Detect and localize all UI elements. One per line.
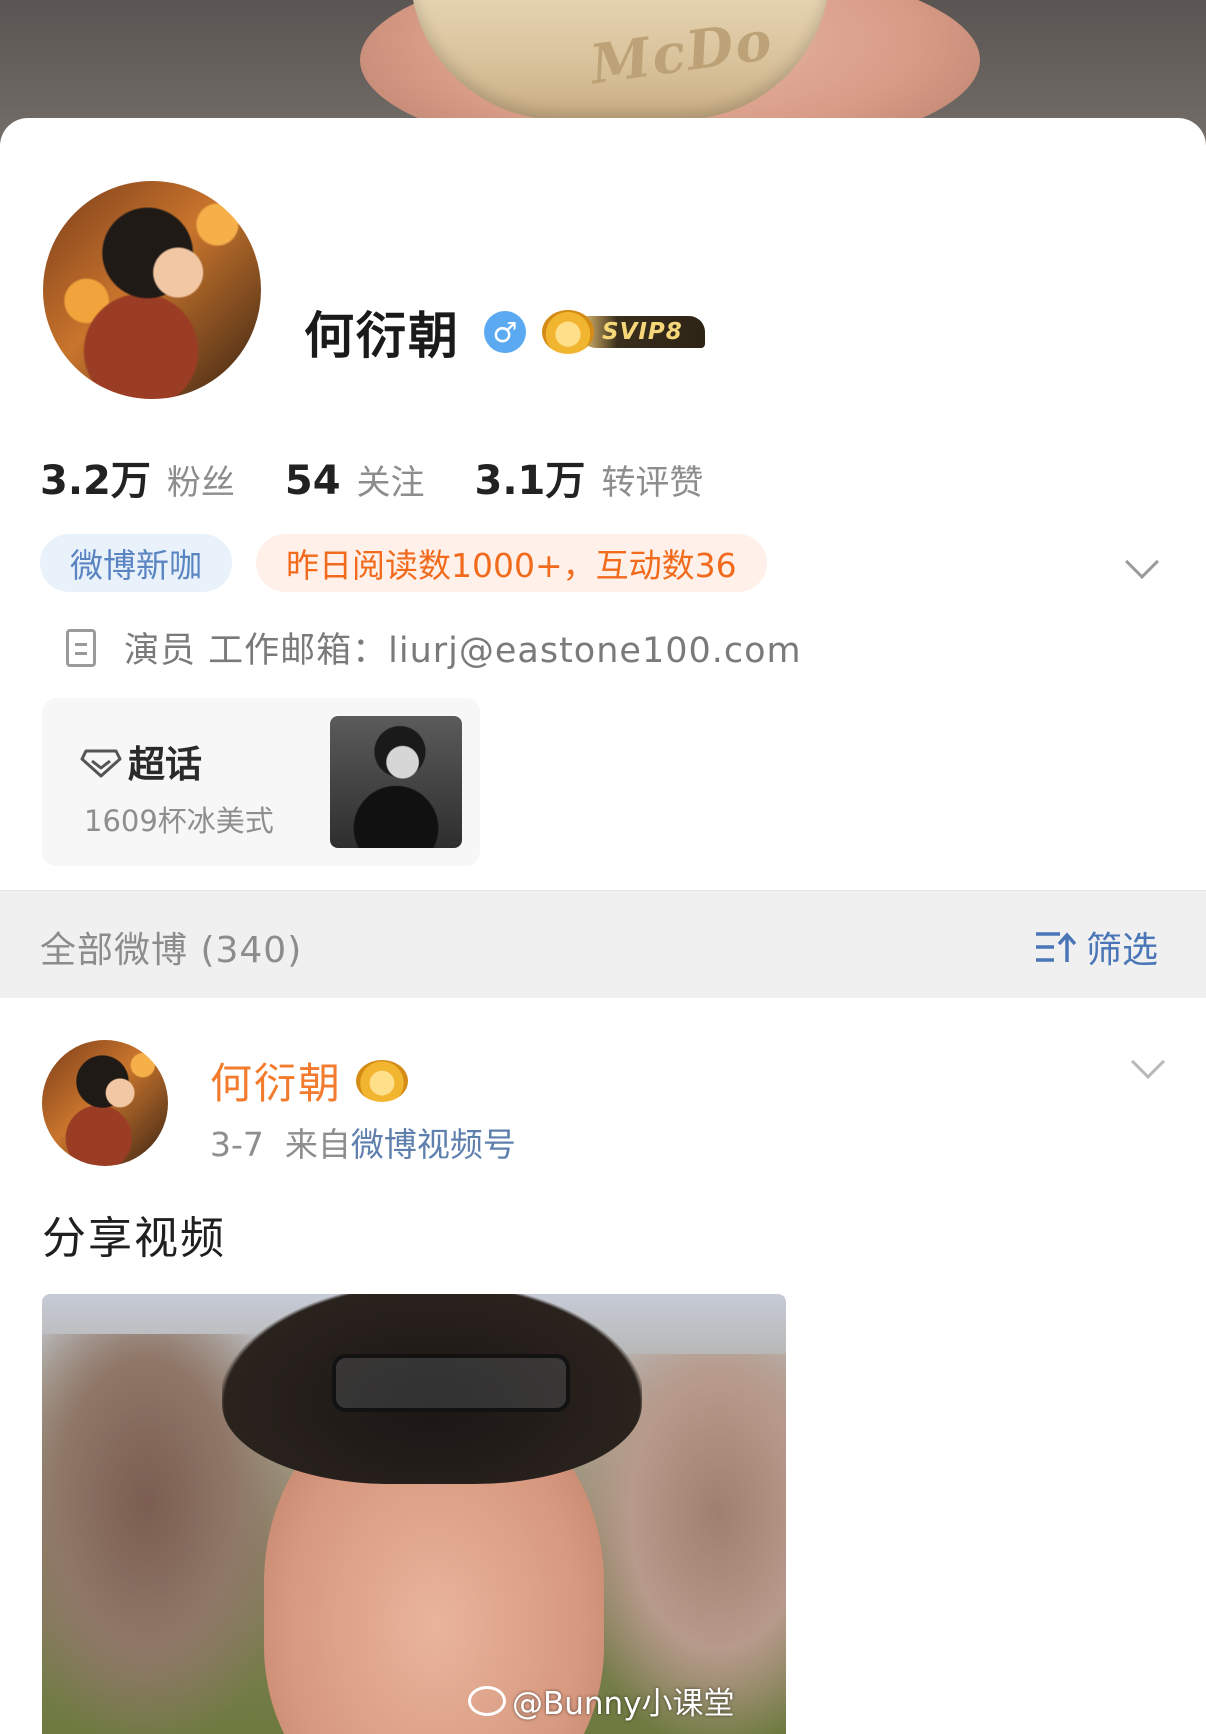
activity-tag[interactable]: 昨日阅读数1000+，互动数36: [256, 534, 767, 592]
filter-icon: [1034, 929, 1077, 965]
filter-button[interactable]: 筛选: [1034, 921, 1158, 973]
stat-followers[interactable]: 3.2万 粉丝: [40, 448, 235, 506]
document-icon: [66, 628, 96, 667]
expand-chevron-down-icon[interactable]: [1125, 545, 1159, 579]
weibo-watermark-icon: [468, 1685, 506, 1716]
profile-avatar[interactable]: [38, 176, 266, 404]
post-author-row: 何衍朝: [210, 1050, 409, 1111]
post-menu-chevron-down-icon[interactable]: [1131, 1045, 1165, 1079]
super-topic-title: 超话: [80, 734, 202, 788]
newcomer-tag[interactable]: 微博新咖: [40, 534, 232, 592]
post-author-avatar[interactable]: [42, 1040, 168, 1166]
profile-stats: 3.2万 粉丝 54 关注 3.1万 转评赞: [40, 448, 753, 506]
super-topic-subtitle: 1609杯冰美式: [84, 804, 274, 838]
post-source-link[interactable]: 微博视频号: [351, 1125, 516, 1164]
svip-level-label: SVIP8: [580, 316, 705, 348]
super-topic-thumbnail: [330, 716, 462, 848]
bio-text: 演员 工作邮箱：liurj@eastone100.com: [124, 631, 802, 671]
male-gender-icon: ♂: [484, 311, 526, 353]
watermark-text: @Bunny小课堂: [512, 1686, 735, 1722]
filter-bar: 全部微博 (340) 筛选: [0, 890, 1206, 1000]
stat-value: 3.2万: [40, 458, 151, 504]
post-video-thumbnail[interactable]: @Bunny小课堂: [42, 1294, 786, 1734]
profile-name-row: 何衍朝 ♂ SVIP8: [304, 296, 705, 368]
profile-username: 何衍朝: [304, 307, 460, 365]
super-topic-card[interactable]: 超话 1609杯冰美式: [42, 698, 480, 866]
filter-label: 筛选: [1086, 930, 1159, 971]
profile-bio: 演员 工作邮箱：liurj@eastone100.com: [66, 622, 802, 673]
stat-label: 关注: [356, 463, 425, 503]
post-author-name[interactable]: 何衍朝: [210, 1050, 342, 1111]
stat-interactions[interactable]: 3.1万 转评赞: [475, 448, 704, 506]
diamond-icon: [80, 748, 122, 778]
stat-value: 3.1万: [474, 458, 586, 504]
stat-value: 54: [284, 458, 341, 504]
post-text: 分享视频: [42, 1213, 226, 1264]
all-posts-count: 全部微博 (340): [40, 930, 303, 971]
post-date: 3-7: [210, 1125, 264, 1164]
post-source-prefix: 来自: [284, 1125, 351, 1164]
stat-label: 转评赞: [601, 463, 704, 503]
video-watermark: @Bunny小课堂: [468, 1678, 735, 1723]
svip-badge[interactable]: SVIP8: [542, 310, 705, 354]
vip-crown-icon: [356, 1059, 409, 1102]
post-meta: 3-7 来自微博视频号: [210, 1118, 516, 1166]
video-glasses: [332, 1354, 570, 1412]
stat-following[interactable]: 54 关注: [285, 455, 425, 504]
stat-label: 粉丝: [166, 463, 235, 503]
super-topic-label: 超话: [128, 743, 202, 786]
profile-tags: 微博新咖 昨日阅读数1000+，互动数36: [40, 534, 767, 592]
crown-icon: [542, 310, 594, 354]
weibo-post: 何衍朝 3-7 来自微博视频号 分享视频 @Bunny小课堂: [0, 998, 1206, 1734]
